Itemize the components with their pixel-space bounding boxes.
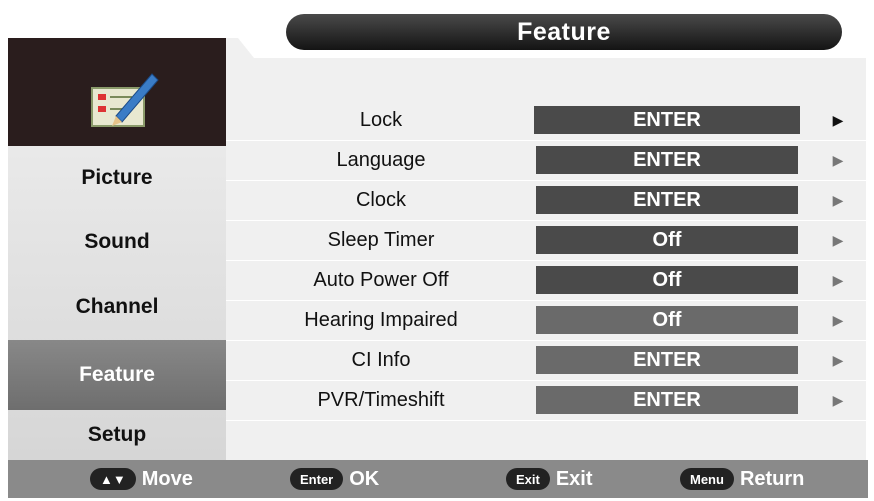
row-label: Auto Power Off — [313, 268, 449, 291]
row-label: Clock — [355, 188, 406, 211]
menu-row-hearing-impaired[interactable]: Hearing Impaired Off ▶ — [226, 300, 866, 340]
row-value[interactable]: ENTER — [536, 146, 798, 174]
menu-row-language[interactable]: Language ENTER ▶ — [226, 140, 866, 180]
sidebar-item-setup[interactable]: Setup — [8, 410, 226, 460]
triangle-right-icon: ▶ — [832, 351, 844, 368]
tab-notch — [226, 38, 254, 58]
up-down-key-icon: ▲▼ — [90, 468, 136, 490]
hint-move-label: Move — [141, 467, 193, 490]
row-value[interactable]: Off — [536, 226, 798, 254]
exit-key-icon: Exit — [506, 468, 550, 490]
menu-row-pvr-timeshift[interactable]: PVR/Timeshift ENTER ▶ — [226, 380, 866, 420]
row-value[interactable]: ENTER — [536, 186, 798, 214]
menu-row-ci-info[interactable]: CI Info ENTER ▶ — [226, 340, 866, 380]
sidebar-item-channel[interactable]: Channel — [8, 274, 226, 340]
row-value[interactable]: ENTER — [536, 386, 798, 414]
menu-row-lock[interactable]: Lock ENTER ▶ — [226, 100, 866, 140]
row-label: CI Info — [351, 348, 411, 371]
sidebar: Picture Sound Channel Feature Setup — [8, 38, 226, 460]
hint-return: Menu Return — [680, 460, 804, 498]
hint-ok: Enter OK — [290, 460, 379, 498]
menu-title: Feature — [286, 14, 842, 50]
row-value[interactable]: ENTER — [536, 346, 798, 374]
row-value[interactable]: Off — [536, 266, 798, 294]
menu-key-icon: Menu — [680, 468, 734, 490]
row-label: Lock — [359, 108, 403, 131]
clipboard-pencil-icon — [91, 73, 159, 127]
row-label: Language — [336, 148, 426, 171]
triangle-right-icon: ▶ — [832, 391, 844, 408]
menu-row-sleep-timer[interactable]: Sleep Timer Off ▶ — [226, 220, 866, 260]
hint-move: ▲▼ Move — [90, 460, 193, 498]
key-hint-bar: ▲▼ Move Enter OK Exit Exit Menu Return — [8, 460, 868, 498]
menu-row-clock[interactable]: Clock ENTER ▶ — [226, 180, 866, 220]
hint-return-label: Return — [739, 467, 805, 490]
row-label: PVR/Timeshift — [317, 388, 445, 411]
tv-menu-screen: Feature Picture Sound Channel Feature Se… — [0, 0, 874, 501]
triangle-right-icon: ▶ — [832, 151, 844, 168]
triangle-right-icon: ▶ — [832, 191, 844, 208]
hint-exit-label: Exit — [555, 467, 593, 490]
row-label: Hearing Impaired — [304, 308, 458, 331]
row-divider — [226, 420, 866, 421]
row-value[interactable]: Off — [536, 306, 798, 334]
hint-exit: Exit Exit — [506, 460, 593, 498]
menu-row-auto-power-off[interactable]: Auto Power Off Off ▶ — [226, 260, 866, 300]
sidebar-item-feature[interactable]: Feature — [8, 340, 226, 410]
row-label: Sleep Timer — [327, 228, 435, 251]
sidebar-item-picture[interactable]: Picture — [8, 146, 226, 210]
triangle-right-icon: ▶ — [832, 311, 844, 328]
triangle-right-icon: ▶ — [832, 271, 844, 288]
hint-ok-label: OK — [349, 467, 380, 490]
triangle-right-icon: ▶ — [832, 231, 844, 248]
sidebar-item-sound[interactable]: Sound — [8, 210, 226, 274]
row-value[interactable]: ENTER — [534, 106, 800, 134]
enter-key-icon: Enter — [290, 468, 344, 490]
triangle-right-icon: ▶ — [832, 111, 844, 128]
feature-icon-panel — [8, 38, 226, 146]
